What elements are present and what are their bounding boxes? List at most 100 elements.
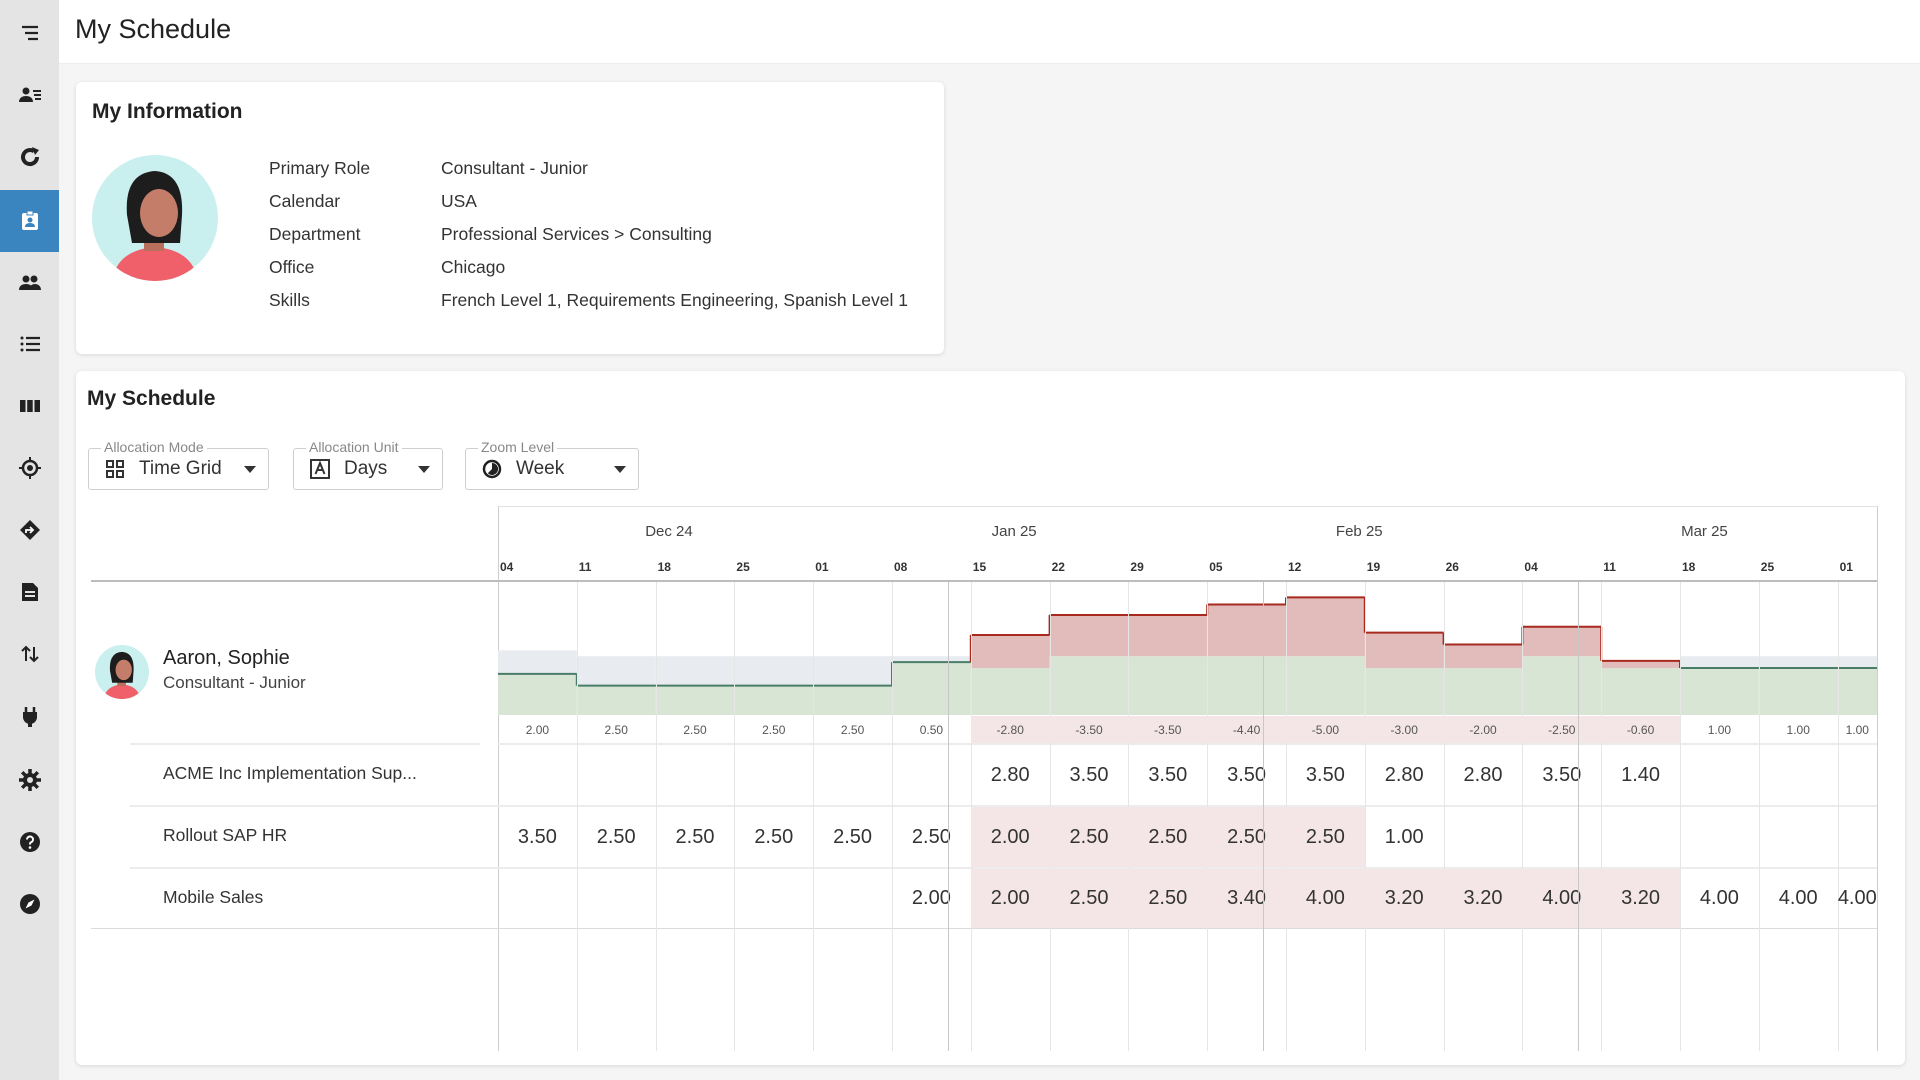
allocation-cell[interactable] xyxy=(892,745,971,805)
page-title: My Schedule xyxy=(75,14,232,44)
sidebar-item-document[interactable] xyxy=(0,561,59,623)
allocation-cell[interactable] xyxy=(498,869,577,928)
allocation-cell[interactable] xyxy=(656,745,735,805)
allocation-cell[interactable] xyxy=(1759,807,1838,867)
zoom-level-select[interactable]: Zoom Level Week xyxy=(465,439,639,490)
clock-icon xyxy=(482,459,502,479)
allocation-cell[interactable]: 3.50 xyxy=(1207,745,1286,805)
sidebar-item-list[interactable] xyxy=(0,313,59,375)
info-label: Skills xyxy=(269,290,310,310)
allocation-cell[interactable]: 2.50 xyxy=(656,807,735,867)
allocation-cell[interactable] xyxy=(734,745,813,805)
allocation-cell[interactable] xyxy=(1838,745,1877,805)
swap-icon xyxy=(20,645,39,663)
balance-cell: -5.00 xyxy=(1286,716,1365,743)
allocation-cell[interactable] xyxy=(813,745,892,805)
sidebar-item-help[interactable] xyxy=(0,811,59,873)
sidebar-item-people-list[interactable] xyxy=(0,64,59,126)
allocation-cell[interactable] xyxy=(1444,807,1523,867)
allocation-cell[interactable]: 4.00 xyxy=(1838,869,1877,928)
sidebar-item-compass[interactable] xyxy=(0,873,59,935)
month-gridline xyxy=(947,582,949,1051)
month-gridline xyxy=(1263,582,1265,1051)
allocation-cell[interactable]: 4.00 xyxy=(1759,869,1838,928)
allocation-cell[interactable] xyxy=(656,869,735,928)
sidebar xyxy=(0,0,59,1080)
allocation-cell[interactable]: 3.20 xyxy=(1364,869,1444,928)
sidebar-item-badge[interactable] xyxy=(0,190,59,252)
allocation-cell[interactable]: 2.50 xyxy=(1286,807,1365,867)
allocation-cell[interactable] xyxy=(498,745,577,805)
sidebar-item-refresh[interactable] xyxy=(0,126,59,188)
month-label: Mar 25 xyxy=(1681,523,1728,540)
booked-bar xyxy=(1601,667,1680,715)
allocation-cell[interactable]: 2.50 xyxy=(1128,807,1208,867)
help-icon xyxy=(19,832,40,852)
week-label: 29 xyxy=(1130,560,1144,574)
allocation-cell[interactable] xyxy=(1522,807,1601,867)
sidebar-item-directions[interactable] xyxy=(0,499,59,561)
project-name[interactable]: Rollout SAP HR xyxy=(163,825,287,846)
sidebar-item-gear[interactable] xyxy=(0,749,59,811)
booked-bar xyxy=(734,685,814,715)
allocation-cell[interactable]: 2.50 xyxy=(577,807,656,867)
allocation-cell[interactable]: 2.50 xyxy=(1207,807,1286,867)
project-name[interactable]: Mobile Sales xyxy=(163,887,263,908)
allocation-cell[interactable]: 2.80 xyxy=(971,745,1050,805)
allocation-mode-select[interactable]: Allocation Mode Time Grid xyxy=(88,439,269,490)
allocation-unit-select[interactable]: Allocation Unit Days xyxy=(293,439,443,490)
allocation-cell[interactable]: 4.00 xyxy=(1286,869,1365,928)
allocation-cell[interactable] xyxy=(734,869,813,928)
allocation-cell[interactable]: 2.50 xyxy=(734,807,813,867)
person-role: Consultant - Junior xyxy=(163,673,306,692)
allocation-cell[interactable] xyxy=(1601,807,1680,867)
allocation-cell[interactable]: 2.00 xyxy=(892,869,971,928)
allocation-cell[interactable]: 3.50 xyxy=(1522,745,1601,805)
info-label: Department xyxy=(269,224,361,244)
week-label: 11 xyxy=(1603,560,1616,574)
sidebar-item-swap[interactable] xyxy=(0,623,59,685)
refresh-icon xyxy=(20,147,39,167)
allocation-cell[interactable]: 4.00 xyxy=(1522,869,1602,928)
allocation-cell[interactable]: 2.00 xyxy=(970,869,1050,928)
allocation-cell[interactable]: 2.80 xyxy=(1444,745,1523,805)
allocation-cell[interactable]: 2.80 xyxy=(1365,745,1444,805)
allocation-cell[interactable]: 3.20 xyxy=(1443,869,1523,928)
allocation-cell[interactable]: 2.50 xyxy=(892,807,971,867)
sidebar-item-columns[interactable] xyxy=(0,375,59,437)
allocation-cell[interactable]: 4.00 xyxy=(1680,869,1759,928)
sidebar-item-menu[interactable] xyxy=(0,2,59,64)
allocation-cell[interactable] xyxy=(1838,807,1877,867)
allocation-cell[interactable]: 2.50 xyxy=(813,807,892,867)
plug-icon xyxy=(22,707,37,727)
person-name[interactable]: Aaron, Sophie xyxy=(163,647,290,670)
allocation-cell[interactable] xyxy=(1680,807,1759,867)
info-value: Professional Services > Consulting xyxy=(441,224,712,244)
allocation-cell[interactable]: 3.20 xyxy=(1601,869,1680,928)
allocation-cell[interactable]: 2.50 xyxy=(1128,869,1208,928)
allocation-cell[interactable] xyxy=(813,869,892,928)
balance-cell: -4.40 xyxy=(1207,716,1286,743)
allocation-cell[interactable]: 3.50 xyxy=(498,807,577,867)
allocation-cell[interactable]: 3.40 xyxy=(1207,869,1286,928)
allocation-cell[interactable] xyxy=(577,745,656,805)
allocation-cell[interactable]: 3.50 xyxy=(1128,745,1207,805)
sidebar-item-group[interactable] xyxy=(0,252,59,314)
allocation-cell[interactable]: 2.50 xyxy=(1049,807,1129,867)
overallocation-bar xyxy=(1364,632,1444,668)
allocation-cell[interactable]: 3.50 xyxy=(1050,745,1129,805)
booked-bar xyxy=(1049,656,1129,715)
sidebar-item-target[interactable] xyxy=(0,437,59,499)
allocation-cell[interactable] xyxy=(1680,745,1759,805)
allocation-cell[interactable]: 2.00 xyxy=(970,807,1050,867)
project-name[interactable]: ACME Inc Implementation Sup... xyxy=(163,763,417,784)
overallocation-bar xyxy=(1207,604,1286,657)
allocation-cell[interactable]: 1.00 xyxy=(1365,807,1444,867)
allocation-cell[interactable] xyxy=(1759,745,1838,805)
sidebar-item-plug[interactable] xyxy=(0,686,59,748)
allocation-cell[interactable]: 2.50 xyxy=(1049,869,1129,928)
booked-bar xyxy=(813,685,892,715)
allocation-cell[interactable]: 3.50 xyxy=(1286,745,1365,805)
allocation-cell[interactable] xyxy=(577,869,656,928)
allocation-cell[interactable]: 1.40 xyxy=(1601,745,1680,805)
